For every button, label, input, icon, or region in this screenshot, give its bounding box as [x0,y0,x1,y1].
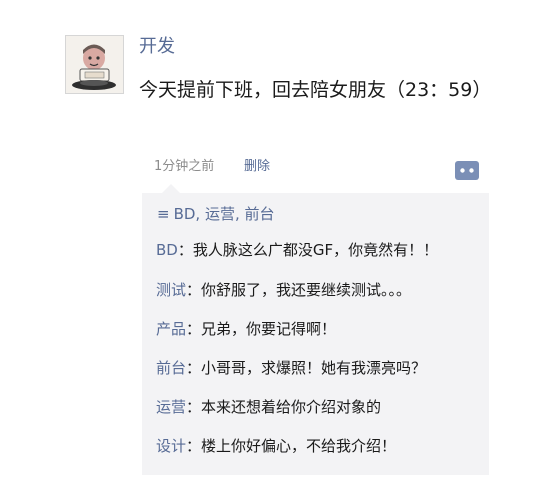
comment-author[interactable]: 测试 [156,281,186,299]
comment-author[interactable]: 产品 [156,320,186,338]
comment-author[interactable]: 运营 [156,398,186,416]
comment-item[interactable]: 前台：小哥哥，求爆照！她有我漂亮吗？ [156,356,426,380]
comments-area: ≡ BD, 运营, 前台 BD：我人脉这么广都没GF，你竟然有！！ 测试：你舒服了… [142,184,489,475]
cartoon-avatar-icon [66,36,123,93]
comment-separator: ： [186,281,202,299]
comments-arrow [162,184,180,193]
comment-text: 本来还想着给你介绍对象的 [201,398,382,416]
comment-separator: ： [177,241,193,259]
like-names[interactable]: BD, 运营, 前台 [174,205,275,223]
comment-separator: ： [186,398,202,416]
avatar[interactable] [65,35,124,94]
comment-text: 我人脉这么广都没GF，你竟然有！！ [192,241,439,259]
post-content: 今天提前下班，回去陪女朋友（23：59） [139,79,492,101]
comment-author[interactable]: BD [156,241,178,259]
comment-author[interactable]: 设计 [156,437,186,455]
comment-item[interactable]: 运营：本来还想着给你介绍对象的 [156,395,381,419]
like-list-icon: ≡ [157,205,170,223]
comment-item[interactable]: 设计：楼上你好偏心，不给我介绍！ [156,434,396,458]
comment-text: 兄弟，你要记得啊！ [201,320,337,338]
comment-text: 楼上你好偏心，不给我介绍！ [201,437,397,455]
comment-button[interactable] [455,161,479,180]
comment-text: 你舒服了，我还要继续测试。。。 [201,281,412,299]
comment-separator: ： [186,359,202,377]
comment-item[interactable]: BD：我人脉这么广都没GF，你竟然有！！ [156,238,438,262]
comment-separator: ： [186,437,202,455]
comment-item[interactable]: 测试：你舒服了，我还要继续测试。。。 [156,278,411,302]
comment-text: 小哥哥，求爆照！她有我漂亮吗？ [201,359,427,377]
author-name[interactable]: 开发 [139,34,175,60]
delete-button[interactable]: 删除 [244,157,270,177]
moments-post: 开发 今天提前下班，回去陪女朋友（23：59） 1分钟之前 删除 ≡ BD, 运营… [0,0,550,489]
comment-item[interactable]: 产品：兄弟，你要记得啊！ [156,317,336,341]
comment-more-icon [455,161,479,180]
comment-author[interactable]: 前台 [156,359,186,377]
post-time: 1分钟之前 [154,159,215,174]
comment-separator: ： [186,320,202,338]
like-list: ≡ BD, 运营, 前台 [157,202,275,226]
